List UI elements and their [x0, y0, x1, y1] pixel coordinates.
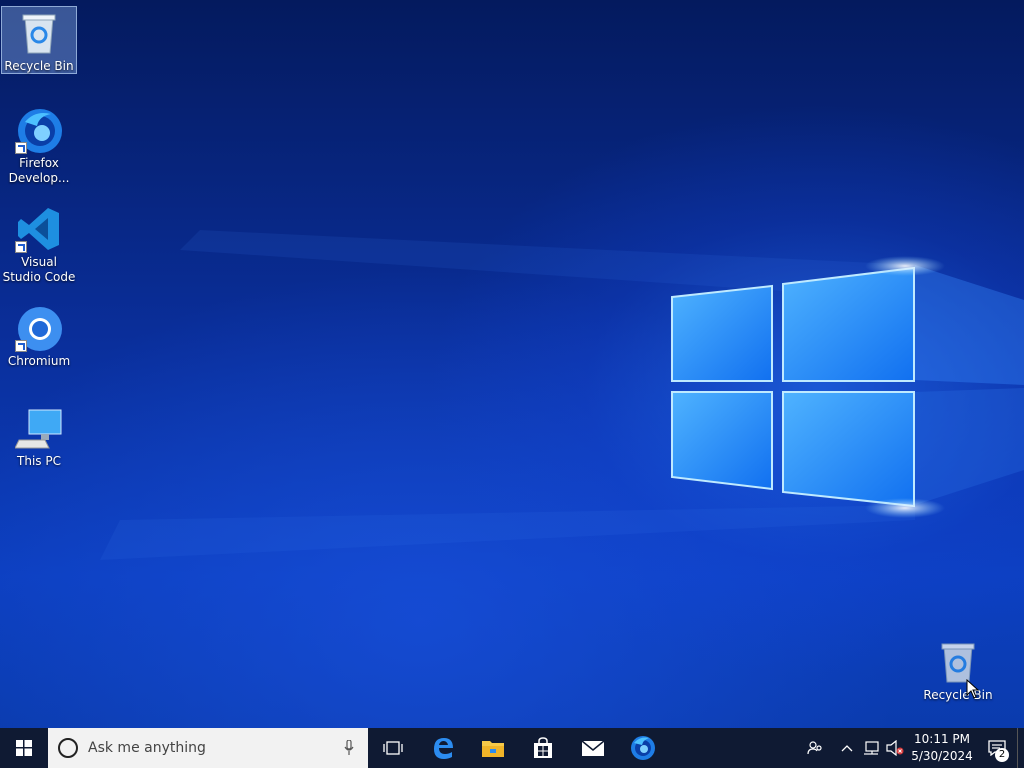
recycle-bin-icon: [15, 11, 63, 57]
microphone-icon[interactable]: [344, 740, 354, 756]
desktop-icon-label: This PC: [17, 454, 61, 468]
network-button[interactable]: [859, 728, 883, 768]
volume-button[interactable]: [883, 728, 907, 768]
volume-muted-icon: [886, 740, 904, 756]
edge-icon: [434, 738, 453, 759]
desktop-icon-vscode[interactable]: Visual Studio Code: [1, 201, 77, 285]
cortana-icon: [58, 738, 78, 758]
firefox-developer-icon: [15, 106, 63, 154]
desktop-icon-label: Chromium: [7, 354, 71, 368]
action-center-button[interactable]: 2: [977, 728, 1017, 768]
taskbar-file-explorer-button[interactable]: [468, 728, 518, 768]
start-button[interactable]: [0, 728, 48, 768]
shortcut-arrow-icon: [15, 142, 27, 154]
desktop[interactable]: Recycle Bin Firefox Develop... Visual St…: [0, 0, 1024, 728]
firefox-developer-icon: [631, 736, 655, 760]
people-icon: [807, 741, 822, 755]
chromium-icon: [15, 304, 63, 352]
file-explorer-icon: [482, 741, 504, 757]
windows-logo-icon: [16, 740, 32, 756]
desktop-icon-chromium[interactable]: Chromium: [1, 300, 77, 369]
taskbar-mail-button[interactable]: [568, 728, 618, 768]
shortcut-arrow-icon: [15, 340, 27, 352]
show-desktop-button[interactable]: [1017, 728, 1024, 768]
show-hidden-icons-button[interactable]: [835, 728, 859, 768]
search-placeholder: Ask me anything: [88, 740, 206, 756]
clock[interactable]: 10:11 PM 5/30/2024: [907, 731, 977, 765]
chevron-up-icon: [841, 745, 853, 752]
taskbar-edge-button[interactable]: [418, 728, 468, 768]
taskbar-store-button[interactable]: [518, 728, 568, 768]
desktop-icon-label: Recycle Bin: [4, 59, 74, 73]
system-tray: 10:11 PM 5/30/2024 2: [795, 728, 1024, 768]
store-icon: [534, 737, 552, 758]
desktop-icon-recycle-bin-dragging[interactable]: Recycle Bin: [920, 636, 996, 703]
taskbar-firefox-developer-button[interactable]: [618, 728, 668, 768]
people-button[interactable]: [795, 728, 835, 768]
search-box[interactable]: Ask me anything: [48, 728, 368, 768]
this-pc-icon: [14, 404, 63, 452]
clock-date: 5/30/2024: [911, 749, 973, 763]
desktop-icon-label: Recycle Bin: [923, 688, 993, 702]
clock-time: 10:11 PM: [914, 732, 970, 746]
notification-count-badge: 2: [995, 748, 1009, 762]
network-icon: [864, 741, 879, 755]
desktop-icon-label: Firefox Develop...: [8, 156, 70, 185]
vscode-icon: [15, 205, 63, 253]
shortcut-arrow-icon: [15, 241, 27, 253]
taskbar: Ask me anything 10:11 PM 5/30/2024 2: [0, 728, 1024, 768]
desktop-icon-recycle-bin[interactable]: Recycle Bin: [1, 6, 77, 74]
mail-icon: [581, 740, 605, 756]
desktop-icon-firefox-developer[interactable]: Firefox Develop...: [1, 102, 77, 186]
desktop-icon-label: Visual Studio Code: [2, 255, 76, 284]
mouse-cursor-icon: [966, 679, 980, 699]
wallpaper-windows-logo: [100, 230, 1024, 560]
task-view-button[interactable]: [368, 728, 418, 768]
desktop-icon-this-pc[interactable]: This PC: [1, 400, 77, 469]
task-view-icon: [383, 741, 403, 755]
